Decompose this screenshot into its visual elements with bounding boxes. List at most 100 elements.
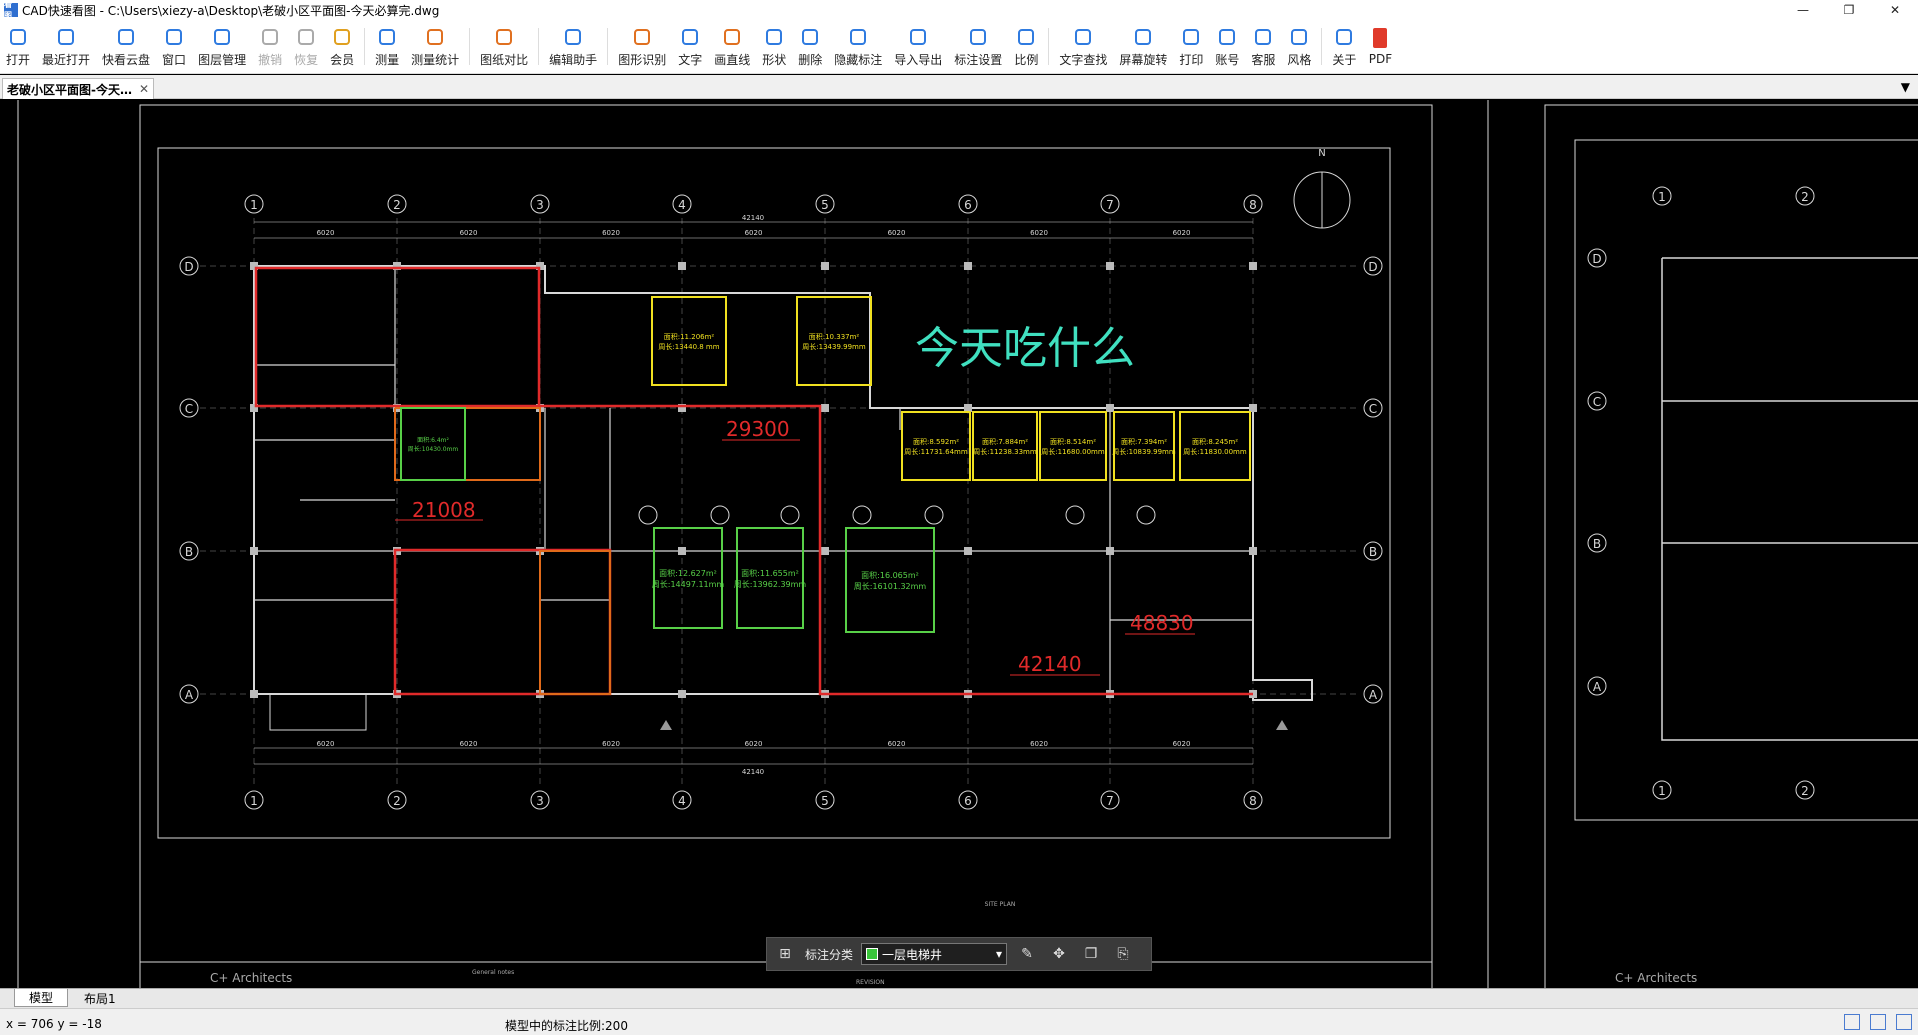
scale-button[interactable]: 比例 [1008, 20, 1044, 73]
cloud-button[interactable]: 快看云盘 [96, 20, 156, 73]
redo-button[interactable]: 恢复 [288, 20, 324, 73]
structural-column [1106, 262, 1114, 270]
pdf-button[interactable]: PDF [1362, 20, 1398, 73]
import-export-button[interactable]: 导入导出 [888, 20, 948, 73]
annot-settings-button[interactable]: 标注设置 [948, 20, 1008, 73]
right-sheet-border [1574, 139, 1918, 821]
general-notes-label: General notes [472, 969, 514, 976]
grid-icon[interactable]: ⊞ [773, 942, 797, 966]
edit-assist-button[interactable]: 编辑助手 [543, 20, 603, 73]
grid-label-bottom: 3 [536, 794, 544, 808]
measure-button[interactable]: 测量 [369, 20, 405, 73]
toolbar-separator [1321, 28, 1323, 65]
layout-icon[interactable] [1844, 1014, 1860, 1030]
find-text-label: 文字查找 [1059, 52, 1108, 67]
text-label: 文字 [678, 52, 703, 67]
yellow-room [1113, 411, 1175, 481]
toolbar-separator [607, 28, 609, 65]
hide-annot-button[interactable]: 隐藏标注 [828, 20, 888, 73]
layers-button[interactable]: 图层管理 [192, 20, 252, 73]
find-text-button[interactable]: 文字查找 [1053, 20, 1113, 73]
green-room-perimeter: 周长:13962.39mm [734, 579, 807, 589]
shape-icon [762, 26, 786, 48]
toolbar-separator [364, 28, 366, 65]
rotate-icon [1131, 26, 1155, 48]
snap-icon[interactable] [1870, 1014, 1886, 1030]
window-title: CAD快速看图 - C:\Users\xiezy-a\Desktop\老破小区平… [22, 3, 440, 18]
toolbar-separator [469, 28, 471, 65]
fullscreen-icon[interactable] [1896, 1014, 1912, 1030]
annotation-category-select[interactable]: 一层电梯井 ▾ [861, 943, 1008, 965]
user-icon [1215, 26, 1239, 48]
cloud-label: 快看云盘 [102, 52, 151, 67]
yellow-room-perimeter: 周长:13440.8 mm [658, 342, 719, 351]
grid-label-top: 3 [536, 198, 544, 212]
compare-button[interactable]: 图纸对比 [474, 20, 534, 73]
green-room-area: 面积:16.065m² [861, 570, 919, 580]
structural-column [1106, 404, 1114, 412]
vip-icon [330, 26, 354, 48]
copy-icon[interactable]: ❐ [1079, 942, 1103, 966]
drawing-canvas[interactable]: 1 1 2 2 3 3 4 4 5 5 6 6 7 7 8 8 D D C C B B A A 6020 6020 6020 6020… [0, 100, 1918, 996]
annotation-toolbar: ⊞ 标注分类 一层电梯井 ▾ ✎ ✥ ❐ ⎘ [766, 937, 1152, 971]
span-dimension-bottom: 6020 [1173, 740, 1191, 748]
close-button[interactable]: ✕ [1872, 0, 1918, 20]
account-button[interactable]: 账号 [1209, 20, 1245, 73]
edit-icon[interactable]: ✎ [1015, 942, 1039, 966]
paste-icon[interactable]: ⎘ [1111, 942, 1135, 966]
move-icon[interactable]: ✥ [1047, 942, 1071, 966]
headset-icon [1251, 26, 1275, 48]
shape-button[interactable]: 形状 [756, 20, 792, 73]
window-button[interactable]: 窗口 [156, 20, 192, 73]
measure-stats-button[interactable]: 测量统计 [405, 20, 465, 73]
right-grid-label-left: A [1593, 680, 1602, 694]
tab-model[interactable]: 模型 [14, 989, 69, 1007]
delete-button[interactable]: 删除 [792, 20, 828, 73]
shape-recognize-button[interactable]: 图形识别 [612, 20, 672, 73]
grid-label-left: D [184, 260, 193, 274]
structural-column [250, 547, 258, 555]
style-button[interactable]: 风格 [1281, 20, 1317, 73]
yellow-room-perimeter: 周长:11731.64mm [904, 447, 968, 456]
print-icon [1179, 26, 1203, 48]
rotate-screen-button[interactable]: 屏幕旋转 [1113, 20, 1173, 73]
grid-label-left: A [185, 688, 194, 702]
annotation-category-value: 一层电梯井 [882, 947, 943, 962]
structural-column [1249, 262, 1257, 270]
close-tab-icon[interactable]: ✕ [139, 82, 149, 96]
vip-button[interactable]: 会员 [324, 20, 360, 73]
grid-label-top: 2 [393, 198, 401, 212]
cad-drawing: 1 1 2 2 3 3 4 4 5 5 6 6 7 7 8 8 D D C C B B A A 6020 6020 6020 6020… [17, 100, 1918, 996]
line-button[interactable]: 画直线 [708, 20, 756, 73]
green-room [736, 527, 804, 629]
shape-recognize-label: 图形识别 [618, 52, 667, 67]
right-grid-label-top: 1 [1658, 190, 1666, 204]
minimize-button[interactable]: — [1780, 0, 1826, 20]
undo-button[interactable]: 撤销 [252, 20, 288, 73]
tab-list-dropdown-icon[interactable]: ▼ [1901, 80, 1910, 94]
edit-icon [561, 26, 585, 48]
text-button[interactable]: 文字 [672, 20, 708, 73]
span-dimension-bottom: 6020 [888, 740, 906, 748]
open-button[interactable]: 打开 [0, 20, 36, 73]
red-region-2 [393, 548, 612, 696]
recent-button[interactable]: 最近打开 [36, 20, 96, 73]
span-dimension-top: 6020 [317, 229, 335, 237]
grid-label-right: C [1369, 402, 1377, 416]
print-label: 打印 [1179, 52, 1204, 67]
document-tab-label: 老破小区平面图-今天… [7, 82, 132, 97]
support-button[interactable]: 客服 [1245, 20, 1281, 73]
print-button[interactable]: 打印 [1173, 20, 1209, 73]
tab-layout1[interactable]: 布局1 [70, 989, 130, 1007]
yellow-room [1179, 411, 1251, 481]
drawing-border [157, 147, 1391, 839]
span-dimension-top: 6020 [1030, 229, 1048, 237]
annot-settings-label: 标注设置 [954, 52, 1003, 67]
maximize-button[interactable]: ❐ [1826, 0, 1872, 20]
line-label: 画直线 [714, 52, 751, 67]
rotate-screen-label: 屏幕旋转 [1119, 52, 1168, 67]
document-tab[interactable]: 老破小区平面图-今天… ✕ [2, 78, 154, 99]
grid-label-top: 8 [1249, 198, 1257, 212]
structural-column [250, 690, 258, 698]
about-button[interactable]: 关于 [1326, 20, 1362, 73]
